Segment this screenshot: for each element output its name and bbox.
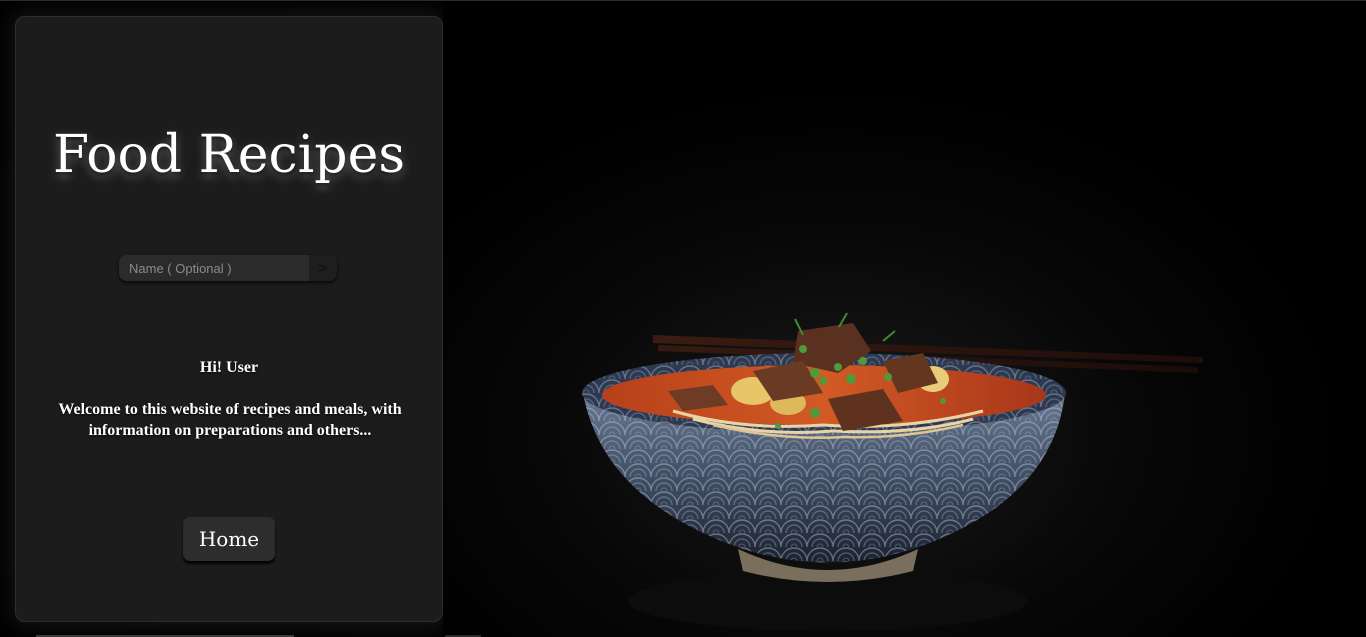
welcome-text: Welcome to this website of recipes and m…	[58, 401, 402, 439]
name-form: >	[119, 255, 337, 281]
bowl-of-noodle-soup-image	[443, 1, 1366, 637]
page-title: Food Recipes	[52, 125, 406, 185]
intro-panel: Food Recipes > Hi! User Welcome to this …	[15, 16, 443, 622]
name-input[interactable]	[119, 255, 309, 281]
greeting-text: Hi! User	[199, 359, 259, 376]
submit-name-button[interactable]: >	[309, 255, 337, 281]
home-button[interactable]: Home	[183, 517, 275, 561]
page: Food Recipes > Hi! User Welcome to this …	[0, 0, 1366, 637]
